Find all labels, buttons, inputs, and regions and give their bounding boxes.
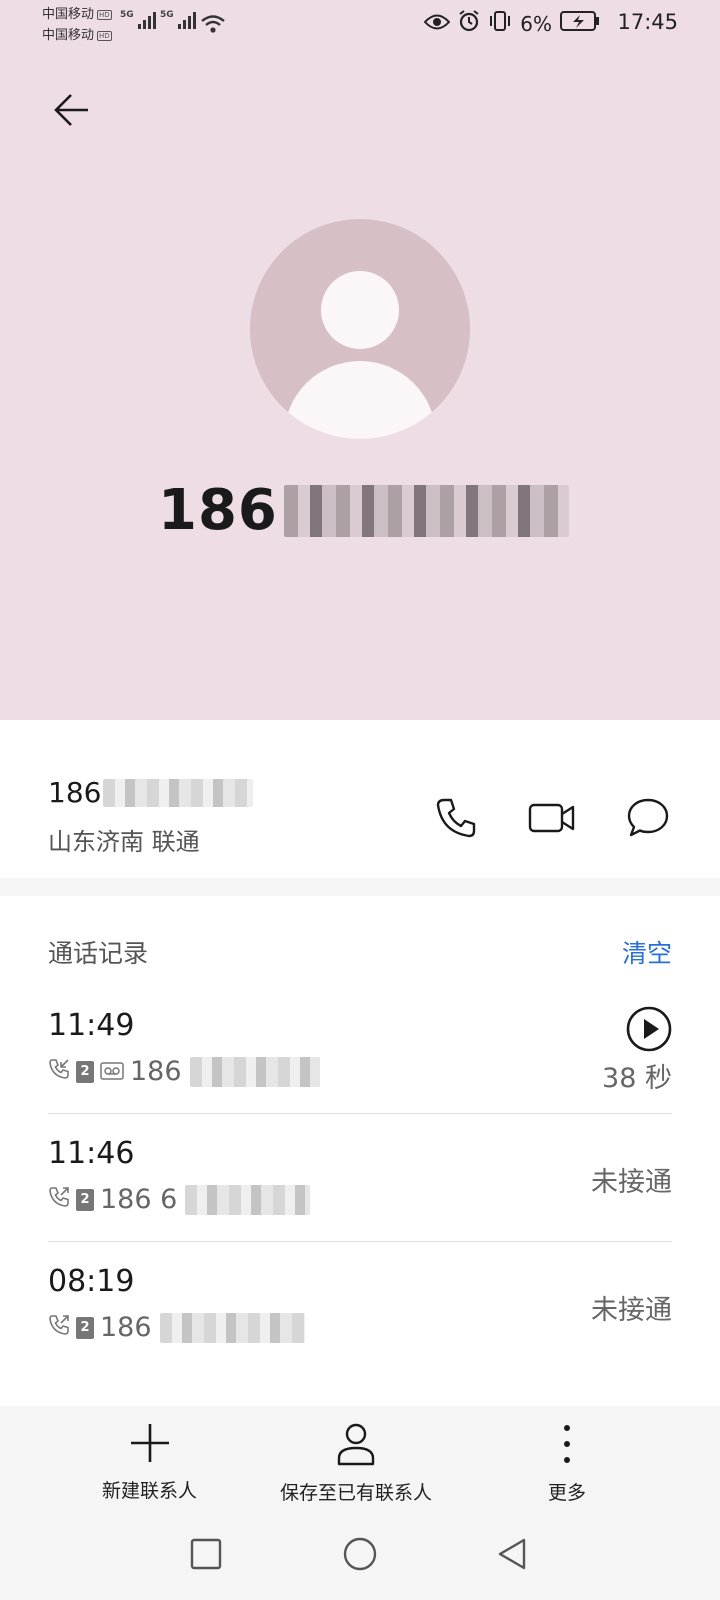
call-number: 186 6: [100, 1184, 178, 1215]
more-button[interactable]: 更多: [548, 1422, 586, 1505]
person-avatar-icon: [250, 219, 470, 439]
section-divider: [0, 878, 720, 896]
call-details: 2 186: [48, 1312, 305, 1343]
new-contact-button[interactable]: 新建联系人: [102, 1422, 197, 1503]
hd-badge-icon: HD: [97, 9, 112, 20]
call-duration: 38 秒: [602, 1063, 672, 1094]
redacted-number-mosaic: [189, 1056, 320, 1087]
call-time: 11:49: [48, 1008, 135, 1043]
recent-apps-icon: [190, 1538, 222, 1574]
redacted-number-mosaic: [185, 1184, 311, 1215]
home-icon: [342, 1536, 378, 1576]
message-icon: [626, 797, 670, 843]
voicemail-icon: [100, 1056, 124, 1087]
eye-comfort-icon: [423, 12, 451, 36]
battery-charging-icon: [560, 10, 600, 37]
carrier-labels: 中国移动 HD 中国移动 HD: [42, 4, 112, 46]
call-status: 未接通: [591, 1295, 672, 1326]
call-details: 2 186: [48, 1056, 320, 1087]
wifi-icon: [200, 14, 226, 38]
contact-number-large: 186: [158, 478, 569, 543]
nav-back-button[interactable]: [488, 1532, 536, 1580]
new-contact-label: 新建联系人: [102, 1480, 198, 1502]
call-button[interactable]: [428, 792, 484, 848]
video-call-icon: [528, 801, 576, 839]
plus-icon: [129, 1422, 171, 1468]
call-history-title: 通话记录: [48, 939, 149, 968]
phone-icon: [434, 796, 478, 844]
back-triangle-icon: [496, 1537, 528, 1575]
contact-number[interactable]: 186: [48, 776, 254, 809]
save-to-existing-contact-button[interactable]: 保存至已有联系人: [280, 1422, 432, 1505]
system-navigation-bar: [0, 1510, 720, 1600]
recent-apps-button[interactable]: [182, 1532, 230, 1580]
contact-info-row: 186 山东济南 联通: [0, 720, 720, 878]
outgoing-call-icon: [48, 1184, 70, 1215]
call-log-item[interactable]: 11:49 2 186 38 秒: [48, 986, 672, 1114]
call-time: 08:19: [48, 1264, 135, 1299]
redacted-number-mosaic: [103, 778, 254, 807]
sim-2-icon: 2: [76, 1188, 94, 1211]
home-button[interactable]: [336, 1532, 384, 1580]
alarm-icon: [458, 10, 480, 37]
incoming-call-icon: [48, 1056, 70, 1087]
redacted-number-mosaic: [283, 484, 569, 537]
more-vertical-icon: [557, 1422, 577, 1470]
call-details: 2 186 6: [48, 1184, 311, 1215]
call-log-item[interactable]: 08:19 2 186 未接通: [48, 1242, 672, 1370]
carrier-2: 中国移动: [42, 28, 95, 43]
play-recording-button[interactable]: [626, 1006, 672, 1052]
person-icon: [336, 1422, 376, 1470]
call-time: 11:46: [48, 1136, 135, 1171]
save-to-existing-contact-label: 保存至已有联系人: [280, 1482, 433, 1504]
redacted-number-mosaic: [159, 1312, 305, 1343]
contact-location: 山东济南 联通: [48, 828, 200, 856]
status-bar: 中国移动 HD 中国移动 HD 5G 5G 6% 17:45: [0, 0, 720, 48]
call-number: 186: [100, 1312, 152, 1343]
call-status: 未接通: [591, 1167, 672, 1198]
play-icon: [626, 1006, 672, 1056]
carrier-1: 中国移动: [42, 7, 95, 22]
call-history-section: 通话记录 清空 11:49 2 186 38 秒 11:46 2 186 6 未…: [0, 896, 720, 1406]
vibrate-icon: [488, 10, 512, 37]
signal-icon: 5G: [160, 10, 196, 29]
signal-icon: 5G: [120, 10, 156, 29]
status-time: 17:45: [617, 10, 678, 34]
contact-header: 中国移动 HD 中国移动 HD 5G 5G 6% 17:45 186: [0, 0, 720, 720]
call-number: 186: [130, 1056, 182, 1087]
outgoing-call-icon: [48, 1312, 70, 1343]
more-label: 更多: [548, 1482, 587, 1504]
video-call-button[interactable]: [524, 792, 580, 848]
clear-history-button[interactable]: 清空: [622, 934, 672, 970]
message-button[interactable]: [620, 792, 676, 848]
back-button[interactable]: [48, 88, 96, 136]
sim-2-icon: 2: [76, 1060, 94, 1083]
bottom-action-bar: 新建联系人 保存至已有联系人 更多: [0, 1406, 720, 1510]
battery-percent: 6%: [520, 11, 552, 36]
sim-2-icon: 2: [76, 1316, 94, 1339]
arrow-left-icon: [52, 90, 92, 134]
call-log-item[interactable]: 11:46 2 186 6 未接通: [48, 1114, 672, 1242]
hd-badge-icon: HD: [97, 30, 112, 41]
